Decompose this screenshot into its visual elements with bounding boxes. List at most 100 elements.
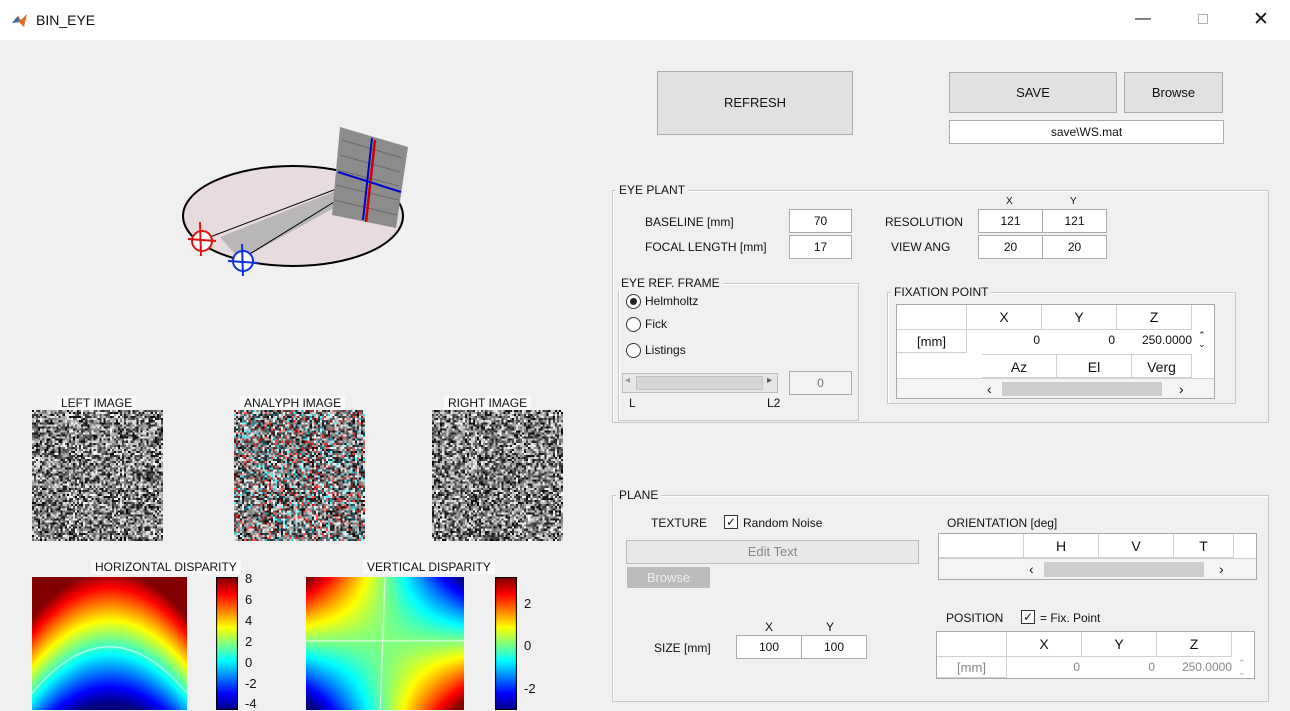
- position-value-z: 250.0000: [1181, 660, 1232, 674]
- maximize-icon: [1198, 14, 1208, 24]
- radio-helmholtz-label: Helmholtz: [645, 294, 699, 308]
- position-header-y: Y: [1082, 632, 1157, 657]
- eye-scene-3d: [182, 127, 408, 277]
- orientation-header-t: T: [1174, 534, 1234, 558]
- fixation-value-z[interactable]: 250.0000: [1117, 333, 1192, 347]
- vbar-tick-2: 2: [524, 596, 532, 611]
- random-noise-checkbox[interactable]: ✓: [724, 515, 738, 529]
- fix-point-checkbox[interactable]: ✓: [1021, 610, 1035, 624]
- hbar-tick-4: 4: [245, 613, 253, 628]
- baseline-label: BASELINE [mm]: [645, 215, 734, 229]
- fixation-header-el: El: [1057, 354, 1132, 378]
- size-x-input[interactable]: 100: [736, 635, 802, 659]
- anaglyph-image: [234, 410, 365, 541]
- window-title: BIN_EYE: [36, 12, 96, 28]
- position-header-x: X: [1007, 632, 1082, 657]
- orientation-scroll-thumb[interactable]: [1044, 562, 1204, 577]
- size-label: SIZE [mm]: [654, 641, 711, 655]
- matlab-icon: [12, 14, 27, 27]
- texture-browse-button[interactable]: Browse: [627, 567, 710, 588]
- fixation-value-x[interactable]: 0: [967, 333, 1040, 347]
- position-header-z: Z: [1157, 632, 1232, 657]
- scroll-right-icon[interactable]: ›: [1219, 562, 1224, 576]
- position-corner-cell: [937, 632, 1007, 657]
- vbar-tick-neg2: -2: [524, 681, 536, 696]
- fixation-header-y: Y: [1042, 305, 1117, 330]
- fixation-spinner-icon[interactable]: ⌃ ⌄: [1198, 331, 1206, 349]
- title-bar: [0, 0, 1290, 40]
- orientation-table[interactable]: H V T ‹ ›: [938, 533, 1257, 580]
- close-button[interactable]: ✕: [1246, 8, 1276, 32]
- slider-left-arrow-icon[interactable]: ◂: [625, 375, 630, 386]
- position-spinner-icon: ⌃ ⌄: [1238, 658, 1246, 677]
- fixation-header-az: Az: [982, 354, 1057, 378]
- right-image: [432, 410, 563, 541]
- texture-label: TEXTURE: [651, 516, 708, 530]
- slider-max-label: L2: [767, 396, 781, 410]
- fixation-header-verg: Verg: [1132, 354, 1192, 378]
- plane-legend: PLANE: [616, 488, 662, 502]
- hbar-tick-0: 0: [245, 655, 253, 670]
- browse-save-button[interactable]: Browse: [1124, 72, 1223, 113]
- fixation-point-table[interactable]: X Y Z [mm] 0 0 250.0000 ⌃ ⌄ Az El Verg ‹ …: [896, 304, 1215, 399]
- slider-right-arrow-icon[interactable]: ▸: [767, 375, 772, 386]
- listing-slider-thumb[interactable]: [636, 376, 763, 390]
- hbar-tick-6: 6: [245, 592, 253, 607]
- radio-helmholtz[interactable]: [626, 294, 641, 309]
- fixation-corner-cell: [897, 305, 967, 330]
- vertical-disparity-title: VERTICAL DISPARITY: [363, 560, 495, 574]
- slider-value-field[interactable]: 0: [789, 371, 852, 395]
- scroll-right-icon[interactable]: ›: [1179, 382, 1184, 396]
- save-button[interactable]: SAVE: [949, 72, 1117, 113]
- orientation-corner-cell: [939, 534, 1024, 558]
- hbar-tick-neg2: -2: [245, 676, 257, 691]
- resolution-label: RESOLUTION: [885, 215, 964, 229]
- view-angle-x-input[interactable]: 20: [978, 235, 1043, 259]
- vertical-disparity-colorbar: [495, 577, 517, 710]
- fixation-scroll-thumb[interactable]: [1002, 382, 1162, 396]
- position-table[interactable]: X Y Z [mm] 0 0 250.0000 ⌃ ⌄: [936, 631, 1255, 679]
- focal-length-label: FOCAL LENGTH [mm]: [645, 240, 767, 254]
- refresh-button[interactable]: REFRESH: [657, 71, 853, 135]
- slider-min-label: L: [629, 396, 636, 410]
- fixation-value-y[interactable]: 0: [1042, 333, 1115, 347]
- hbar-tick-2: 2: [245, 634, 253, 649]
- orientation-hscrollbar[interactable]: ‹ ›: [939, 558, 1256, 579]
- fixation-header-z: Z: [1117, 305, 1192, 330]
- position-row-label: [mm]: [937, 657, 1007, 678]
- random-noise-label: Random Noise: [743, 516, 823, 530]
- fixation-row-label: [mm]: [897, 330, 967, 353]
- resolution-y-input[interactable]: 121: [1042, 209, 1107, 233]
- fix-point-label: = Fix. Point: [1040, 611, 1101, 625]
- vbar-tick-0: 0: [524, 638, 532, 653]
- position-value-y: 0: [1148, 660, 1155, 674]
- view-angle-y-input[interactable]: 20: [1042, 235, 1107, 259]
- fixation-hscrollbar[interactable]: ‹ ›: [897, 378, 1214, 398]
- left-image: [32, 410, 163, 541]
- right-image-title: RIGHT IMAGE: [444, 396, 532, 410]
- resolution-x-input[interactable]: 121: [978, 209, 1043, 233]
- save-path-field[interactable]: save\WS.mat: [949, 120, 1224, 144]
- minimize-button[interactable]: —: [1128, 8, 1158, 32]
- vertical-disparity-map: [306, 577, 464, 710]
- resolution-col-y-label: Y: [1070, 196, 1077, 207]
- orientation-label: ORIENTATION [deg]: [947, 516, 1058, 530]
- focal-length-input[interactable]: 17: [789, 235, 852, 259]
- maximize-button[interactable]: [1188, 8, 1218, 32]
- size-y-input[interactable]: 100: [801, 635, 867, 659]
- horizontal-disparity-colorbar: [216, 577, 238, 710]
- anaglyph-image-title: ANALYPH IMAGE: [240, 396, 346, 410]
- baseline-input[interactable]: 70: [789, 209, 852, 233]
- size-col-y-label: Y: [826, 620, 835, 634]
- edit-text-button[interactable]: Edit Text: [626, 540, 919, 564]
- scroll-left-icon[interactable]: ‹: [1029, 562, 1034, 576]
- radio-fick[interactable]: [626, 317, 641, 332]
- eye-plant-legend: EYE PLANT: [616, 183, 689, 197]
- eye-ref-frame-legend: EYE REF. FRAME: [618, 276, 723, 290]
- fixation-header-x: X: [967, 305, 1042, 330]
- view-angle-label: VIEW ANG: [891, 240, 951, 254]
- hbar-tick-8: 8: [245, 571, 253, 586]
- radio-listings[interactable]: [626, 343, 641, 358]
- scroll-left-icon[interactable]: ‹: [987, 382, 992, 396]
- listing-slider[interactable]: ◂ ▸: [622, 373, 778, 393]
